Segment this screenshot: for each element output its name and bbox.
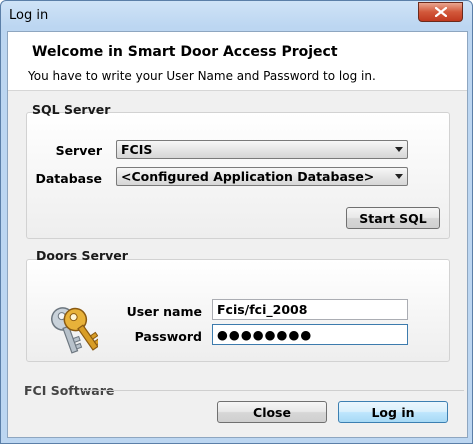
server-select[interactable]: FCIS	[116, 140, 408, 159]
database-select[interactable]: <Configured Application Database>	[116, 167, 408, 186]
header-subtitle: You have to write your User Name and Pas…	[28, 69, 376, 83]
window-close-button[interactable]	[418, 2, 463, 22]
login-button[interactable]: Log in	[338, 401, 448, 423]
database-label: Database	[35, 171, 102, 186]
password-label: Password	[134, 329, 202, 344]
window-title: Log in	[9, 8, 49, 23]
username-input[interactable]	[212, 299, 408, 320]
dialog-client-area: Welcome in Smart Door Access Project You…	[7, 31, 468, 438]
username-label: User name	[126, 304, 202, 319]
close-icon	[434, 7, 447, 17]
close-button[interactable]: Close	[217, 401, 327, 423]
start-sql-button[interactable]: Start SQL	[346, 207, 440, 229]
password-input[interactable]	[212, 324, 408, 345]
database-select-value: <Configured Application Database>	[121, 169, 375, 184]
login-window: Log in Welcome in Smart Door Access Proj…	[0, 0, 473, 444]
footer-divider	[82, 390, 464, 391]
doors-server-group-label: Doors Server	[36, 248, 128, 263]
chevron-down-icon	[395, 174, 403, 179]
dialog-header: Welcome in Smart Door Access Project You…	[8, 32, 467, 91]
sql-server-group-label: SQL Server	[32, 102, 111, 117]
server-label: Server	[55, 143, 102, 158]
title-bar[interactable]: Log in	[1, 1, 472, 31]
keys-icon	[51, 307, 98, 354]
chevron-down-icon	[395, 147, 403, 152]
server-select-value: FCIS	[121, 142, 153, 157]
header-title: Welcome in Smart Door Access Project	[32, 44, 338, 60]
